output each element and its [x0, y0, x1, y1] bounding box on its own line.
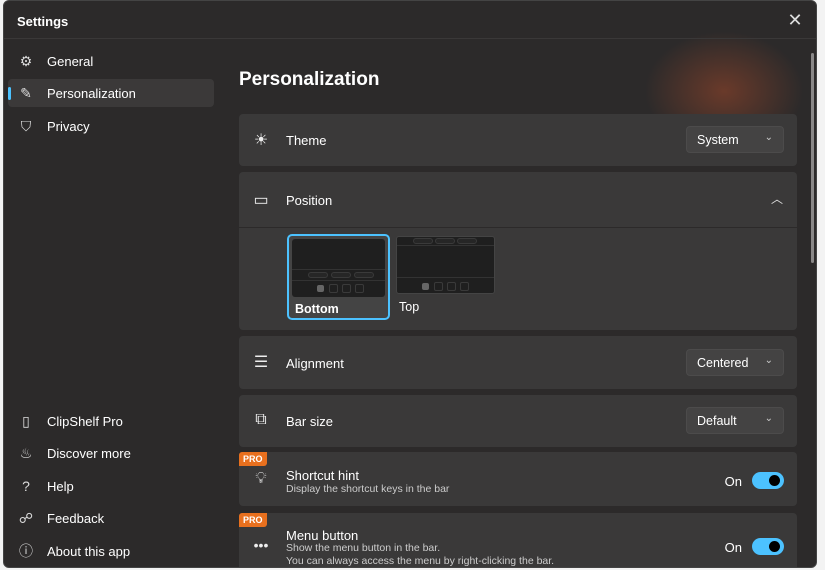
preview-pill: [457, 238, 477, 244]
sidebar-item-label: Discover more: [47, 445, 131, 461]
theme-card: ☀ Theme System ⌄: [239, 114, 797, 166]
chevron-down-icon: ⌄: [764, 413, 773, 424]
menu-button-card: PRO ••• Menu button Show the menu button…: [239, 513, 797, 567]
scrollbar[interactable]: [811, 53, 814, 263]
option-label: Top: [399, 300, 420, 314]
sidebar-item-discover-more[interactable]: ♨ Discover more: [8, 439, 214, 467]
preview-pill: [354, 272, 374, 278]
chevron-down-icon: ⌄: [764, 355, 773, 366]
sidebar-item-personalization[interactable]: ✎ Personalization: [8, 79, 214, 107]
start-icon: [317, 285, 324, 292]
sidebar-item-label: General: [47, 53, 94, 69]
theme-dropdown[interactable]: System ⌄: [686, 126, 784, 153]
sidebar-item-feedback[interactable]: ☍ Feedback: [8, 504, 214, 532]
shortcut-hint-toggle[interactable]: [752, 472, 784, 489]
title-bar: Settings ✕: [4, 1, 816, 39]
alignment-value: Centered: [697, 356, 749, 370]
preview-app: [355, 284, 364, 293]
alignment-card: ☰ Alignment Centered ⌄: [239, 336, 797, 389]
bar-size-label: Bar size: [286, 414, 333, 429]
pro-badge: PRO: [239, 513, 267, 527]
shield-icon: ⛉: [20, 117, 32, 134]
preview-app: [447, 282, 456, 291]
menu-button-toggle[interactable]: [752, 538, 784, 555]
chevron-down-icon: ⌄: [764, 132, 773, 143]
menu-button-label: Menu button: [286, 528, 359, 543]
gear-icon: ⚙: [19, 52, 33, 69]
flame-icon: ♨: [19, 444, 33, 461]
preview-pill: [331, 272, 351, 278]
menu-button-desc-2: You can always access the menu by right-…: [286, 555, 555, 567]
preview-screen: [396, 236, 495, 294]
sidebar-item-help[interactable]: ? Help: [8, 472, 214, 500]
preview-app: [460, 282, 469, 291]
window-title: Settings: [17, 14, 69, 29]
sidebar-item-label: Feedback: [47, 510, 105, 526]
more-icon: •••: [253, 537, 269, 553]
settings-window: Settings ✕ ⚙ General ✎ Personalization ⛉ Pr…: [3, 0, 817, 568]
toggle-state: On: [724, 474, 742, 489]
resize-icon: ⧉: [255, 411, 267, 428]
sidebar-item-label: Help: [47, 478, 74, 494]
preview-app: [329, 284, 338, 293]
close-icon[interactable]: ✕: [784, 9, 806, 31]
position-option-top[interactable]: Top: [396, 236, 495, 322]
align-icon: ☰: [253, 354, 269, 371]
position-label: Position: [286, 193, 333, 208]
preview-pill: [308, 272, 328, 278]
pro-badge: PRO: [239, 452, 267, 466]
preview-bar: [397, 245, 494, 246]
taskbar-icon: ▭: [253, 192, 269, 209]
sidebar-item-privacy[interactable]: ⛉ Privacy: [8, 112, 214, 140]
start-icon: [422, 283, 429, 290]
preview-divider: [397, 277, 494, 278]
sidebar-item-label: Privacy: [47, 118, 90, 134]
bar-size-card: ⧉ Bar size Default ⌄: [239, 395, 797, 447]
menu-button-desc: Show the menu button in the bar.: [286, 542, 441, 554]
question-icon: ?: [22, 478, 30, 494]
bag-icon: ▯: [22, 412, 30, 429]
chevron-up-icon: ︿: [770, 192, 783, 206]
preview-app: [434, 282, 443, 291]
preview-pill: [435, 238, 455, 244]
sidebar-item-clipshelf-pro[interactable]: ▯ ClipShelf Pro: [8, 407, 214, 435]
theme-value: System: [697, 133, 739, 147]
sidebar-item-label: ClipShelf Pro: [47, 413, 123, 429]
theme-label: Theme: [286, 133, 327, 148]
bar-size-value: Default: [697, 414, 737, 428]
option-label: Bottom: [295, 302, 339, 316]
alignment-dropdown[interactable]: Centered ⌄: [686, 349, 784, 376]
position-header[interactable]: ▭ Position ︿: [239, 172, 797, 228]
position-card: ▭ Position ︿ Bottom Top: [239, 172, 797, 330]
sidebar-item-general[interactable]: ⚙ General: [8, 47, 214, 75]
info-icon: ⓘ: [19, 543, 33, 559]
theme-icon: ☀: [253, 132, 269, 149]
preview-app: [342, 284, 351, 293]
sidebar-item-about[interactable]: ⓘ About this app: [8, 537, 214, 565]
sidebar-item-label: About this app: [47, 543, 131, 559]
position-option-bottom[interactable]: Bottom: [287, 234, 390, 320]
page-title: Personalization: [239, 69, 380, 90]
feedback-icon: ☍: [18, 509, 34, 526]
shortcut-hint-label: Shortcut hint: [286, 468, 359, 483]
bar-size-dropdown[interactable]: Default ⌄: [686, 407, 784, 434]
sidebar-item-label: Personalization: [47, 85, 136, 101]
lightbulb-icon: 💡︎: [255, 470, 267, 487]
preview-screen: [292, 239, 385, 297]
brush-icon: ✎: [20, 84, 32, 101]
toggle-state: On: [724, 540, 742, 555]
shortcut-hint-card: PRO 💡︎ Shortcut hint Display the shortcu…: [239, 452, 797, 506]
alignment-label: Alignment: [286, 356, 344, 371]
shortcut-hint-desc: Display the shortcut keys in the bar: [286, 483, 450, 495]
preview-pill: [413, 238, 433, 244]
